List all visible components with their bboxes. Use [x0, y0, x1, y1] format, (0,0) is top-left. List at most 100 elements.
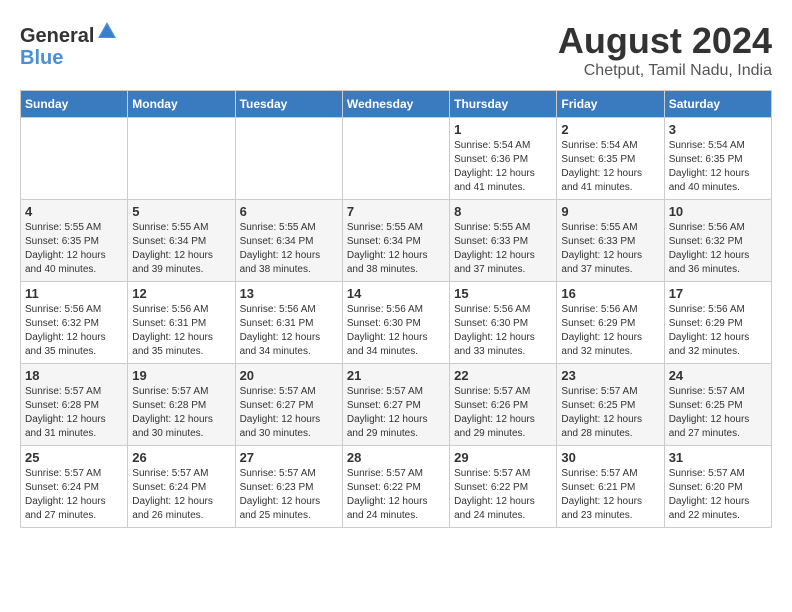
calendar-cell: 30Sunrise: 5:57 AM Sunset: 6:21 PM Dayli…	[557, 446, 664, 528]
logo: General Blue	[20, 20, 118, 69]
day-info: Sunrise: 5:56 AM Sunset: 6:30 PM Dayligh…	[347, 303, 445, 359]
calendar-cell: 11 Sunrise: 5:56 AM Sunset: 6:32 PM Dayli…	[21, 282, 128, 364]
day-number: 1	[454, 122, 552, 137]
calendar-cell: 21 Sunrise: 5:57 AM Sunset: 6:27 PM Dayli…	[342, 364, 449, 446]
day-number: 3	[669, 122, 767, 137]
calendar-week-2: 4 Sunrise: 5:55 AM Sunset: 6:35 PM Daylig…	[21, 200, 772, 282]
day-number: 13	[240, 286, 338, 301]
day-info: Sunrise: 5:55 AM Sunset: 6:34 PM Dayligh…	[132, 221, 230, 277]
day-info: Sunrise: 5:56 AM Sunset: 6:31 PM Dayligh…	[132, 303, 230, 359]
day-number: 20	[240, 368, 338, 383]
day-info: Sunrise: 5:57 AM Sunset: 6:27 PM Dayligh…	[240, 385, 338, 441]
day-info: Sunrise: 5:54 AM Sunset: 6:36 PM Dayligh…	[454, 139, 552, 195]
calendar-cell: 3 Sunrise: 5:54 AM Sunset: 6:35 PM Daylig…	[664, 118, 771, 200]
calendar-cell: 14 Sunrise: 5:56 AM Sunset: 6:30 PM Dayli…	[342, 282, 449, 364]
day-number: 26	[132, 450, 230, 465]
col-header-sunday: Sunday	[21, 91, 128, 118]
day-number: 5	[132, 204, 230, 219]
day-number: 9	[561, 204, 659, 219]
day-number: 8	[454, 204, 552, 219]
calendar-week-5: 25 Sunrise: 5:57 AM Sunset: 6:24 PM Dayli…	[21, 446, 772, 528]
calendar-cell: 23Sunrise: 5:57 AM Sunset: 6:25 PM Dayli…	[557, 364, 664, 446]
calendar-cell: 20 Sunrise: 5:57 AM Sunset: 6:27 PM Dayli…	[235, 364, 342, 446]
day-number: 21	[347, 368, 445, 383]
calendar-cell: 28 Sunrise: 5:57 AM Sunset: 6:22 PM Dayli…	[342, 446, 449, 528]
logo-icon	[96, 20, 118, 47]
day-info: Sunrise: 5:55 AM Sunset: 6:34 PM Dayligh…	[347, 221, 445, 277]
day-info: Sunrise: 5:54 AM Sunset: 6:35 PM Dayligh…	[561, 139, 659, 195]
day-number: 11	[25, 286, 123, 301]
calendar-cell	[128, 118, 235, 200]
col-header-friday: Friday	[557, 91, 664, 118]
calendar-cell	[342, 118, 449, 200]
day-number: 14	[347, 286, 445, 301]
col-header-saturday: Saturday	[664, 91, 771, 118]
day-number: 18	[25, 368, 123, 383]
calendar-cell: 9Sunrise: 5:55 AM Sunset: 6:33 PM Daylig…	[557, 200, 664, 282]
day-info: Sunrise: 5:57 AM Sunset: 6:20 PM Dayligh…	[669, 467, 767, 523]
calendar-cell: 13 Sunrise: 5:56 AM Sunset: 6:31 PM Dayli…	[235, 282, 342, 364]
day-info: Sunrise: 5:57 AM Sunset: 6:22 PM Dayligh…	[347, 467, 445, 523]
day-number: 16	[561, 286, 659, 301]
calendar-cell: 5 Sunrise: 5:55 AM Sunset: 6:34 PM Daylig…	[128, 200, 235, 282]
calendar-cell: 4 Sunrise: 5:55 AM Sunset: 6:35 PM Daylig…	[21, 200, 128, 282]
day-number: 12	[132, 286, 230, 301]
col-header-tuesday: Tuesday	[235, 91, 342, 118]
calendar-week-4: 18 Sunrise: 5:57 AM Sunset: 6:28 PM Dayli…	[21, 364, 772, 446]
day-number: 4	[25, 204, 123, 219]
day-number: 7	[347, 204, 445, 219]
calendar-cell: 10Sunrise: 5:56 AM Sunset: 6:32 PM Dayli…	[664, 200, 771, 282]
day-number: 19	[132, 368, 230, 383]
calendar-table: SundayMondayTuesdayWednesdayThursdayFrid…	[20, 90, 772, 528]
day-info: Sunrise: 5:57 AM Sunset: 6:26 PM Dayligh…	[454, 385, 552, 441]
day-info: Sunrise: 5:56 AM Sunset: 6:31 PM Dayligh…	[240, 303, 338, 359]
calendar-cell: 8 Sunrise: 5:55 AM Sunset: 6:33 PM Daylig…	[450, 200, 557, 282]
calendar-cell: 2 Sunrise: 5:54 AM Sunset: 6:35 PM Daylig…	[557, 118, 664, 200]
calendar-cell: 24 Sunrise: 5:57 AM Sunset: 6:25 PM Dayli…	[664, 364, 771, 446]
title-area: August 2024 Chetput, Tamil Nadu, India	[558, 20, 772, 80]
day-info: Sunrise: 5:57 AM Sunset: 6:28 PM Dayligh…	[25, 385, 123, 441]
day-info: Sunrise: 5:57 AM Sunset: 6:25 PM Dayligh…	[669, 385, 767, 441]
calendar-cell: 22 Sunrise: 5:57 AM Sunset: 6:26 PM Dayli…	[450, 364, 557, 446]
day-info: Sunrise: 5:57 AM Sunset: 6:27 PM Dayligh…	[347, 385, 445, 441]
calendar-cell	[21, 118, 128, 200]
calendar-cell: 26 Sunrise: 5:57 AM Sunset: 6:24 PM Dayli…	[128, 446, 235, 528]
page-subtitle: Chetput, Tamil Nadu, India	[558, 62, 772, 80]
calendar-cell: 15 Sunrise: 5:56 AM Sunset: 6:30 PM Dayli…	[450, 282, 557, 364]
calendar-cell: 12 Sunrise: 5:56 AM Sunset: 6:31 PM Dayli…	[128, 282, 235, 364]
calendar-cell: 16 Sunrise: 5:56 AM Sunset: 6:29 PM Dayli…	[557, 282, 664, 364]
logo-general: General	[20, 25, 94, 47]
day-number: 25	[25, 450, 123, 465]
day-info: Sunrise: 5:57 AM Sunset: 6:25 PM Dayligh…	[561, 385, 659, 441]
day-number: 29	[454, 450, 552, 465]
day-number: 30	[561, 450, 659, 465]
day-number: 31	[669, 450, 767, 465]
calendar-cell: 17Sunrise: 5:56 AM Sunset: 6:29 PM Dayli…	[664, 282, 771, 364]
page-header: General Blue August 2024 Chetput, Tamil …	[20, 20, 772, 80]
day-number: 24	[669, 368, 767, 383]
day-info: Sunrise: 5:56 AM Sunset: 6:29 PM Dayligh…	[561, 303, 659, 359]
day-info: Sunrise: 5:57 AM Sunset: 6:24 PM Dayligh…	[25, 467, 123, 523]
day-info: Sunrise: 5:54 AM Sunset: 6:35 PM Dayligh…	[669, 139, 767, 195]
calendar-cell: 31 Sunrise: 5:57 AM Sunset: 6:20 PM Dayli…	[664, 446, 771, 528]
day-info: Sunrise: 5:55 AM Sunset: 6:33 PM Dayligh…	[454, 221, 552, 277]
day-info: Sunrise: 5:56 AM Sunset: 6:30 PM Dayligh…	[454, 303, 552, 359]
day-info: Sunrise: 5:56 AM Sunset: 6:32 PM Dayligh…	[25, 303, 123, 359]
day-info: Sunrise: 5:55 AM Sunset: 6:35 PM Dayligh…	[25, 221, 123, 277]
calendar-week-3: 11 Sunrise: 5:56 AM Sunset: 6:32 PM Dayli…	[21, 282, 772, 364]
day-info: Sunrise: 5:57 AM Sunset: 6:24 PM Dayligh…	[132, 467, 230, 523]
calendar-cell: 25 Sunrise: 5:57 AM Sunset: 6:24 PM Dayli…	[21, 446, 128, 528]
day-number: 2	[561, 122, 659, 137]
day-number: 28	[347, 450, 445, 465]
calendar-cell: 6Sunrise: 5:55 AM Sunset: 6:34 PM Daylig…	[235, 200, 342, 282]
page-title: August 2024	[558, 20, 772, 62]
day-number: 17	[669, 286, 767, 301]
calendar-cell: 1 Sunrise: 5:54 AM Sunset: 6:36 PM Daylig…	[450, 118, 557, 200]
day-number: 15	[454, 286, 552, 301]
day-info: Sunrise: 5:55 AM Sunset: 6:34 PM Dayligh…	[240, 221, 338, 277]
calendar-cell: 29Sunrise: 5:57 AM Sunset: 6:22 PM Dayli…	[450, 446, 557, 528]
col-header-thursday: Thursday	[450, 91, 557, 118]
calendar-cell: 19Sunrise: 5:57 AM Sunset: 6:28 PM Dayli…	[128, 364, 235, 446]
day-number: 22	[454, 368, 552, 383]
col-header-monday: Monday	[128, 91, 235, 118]
